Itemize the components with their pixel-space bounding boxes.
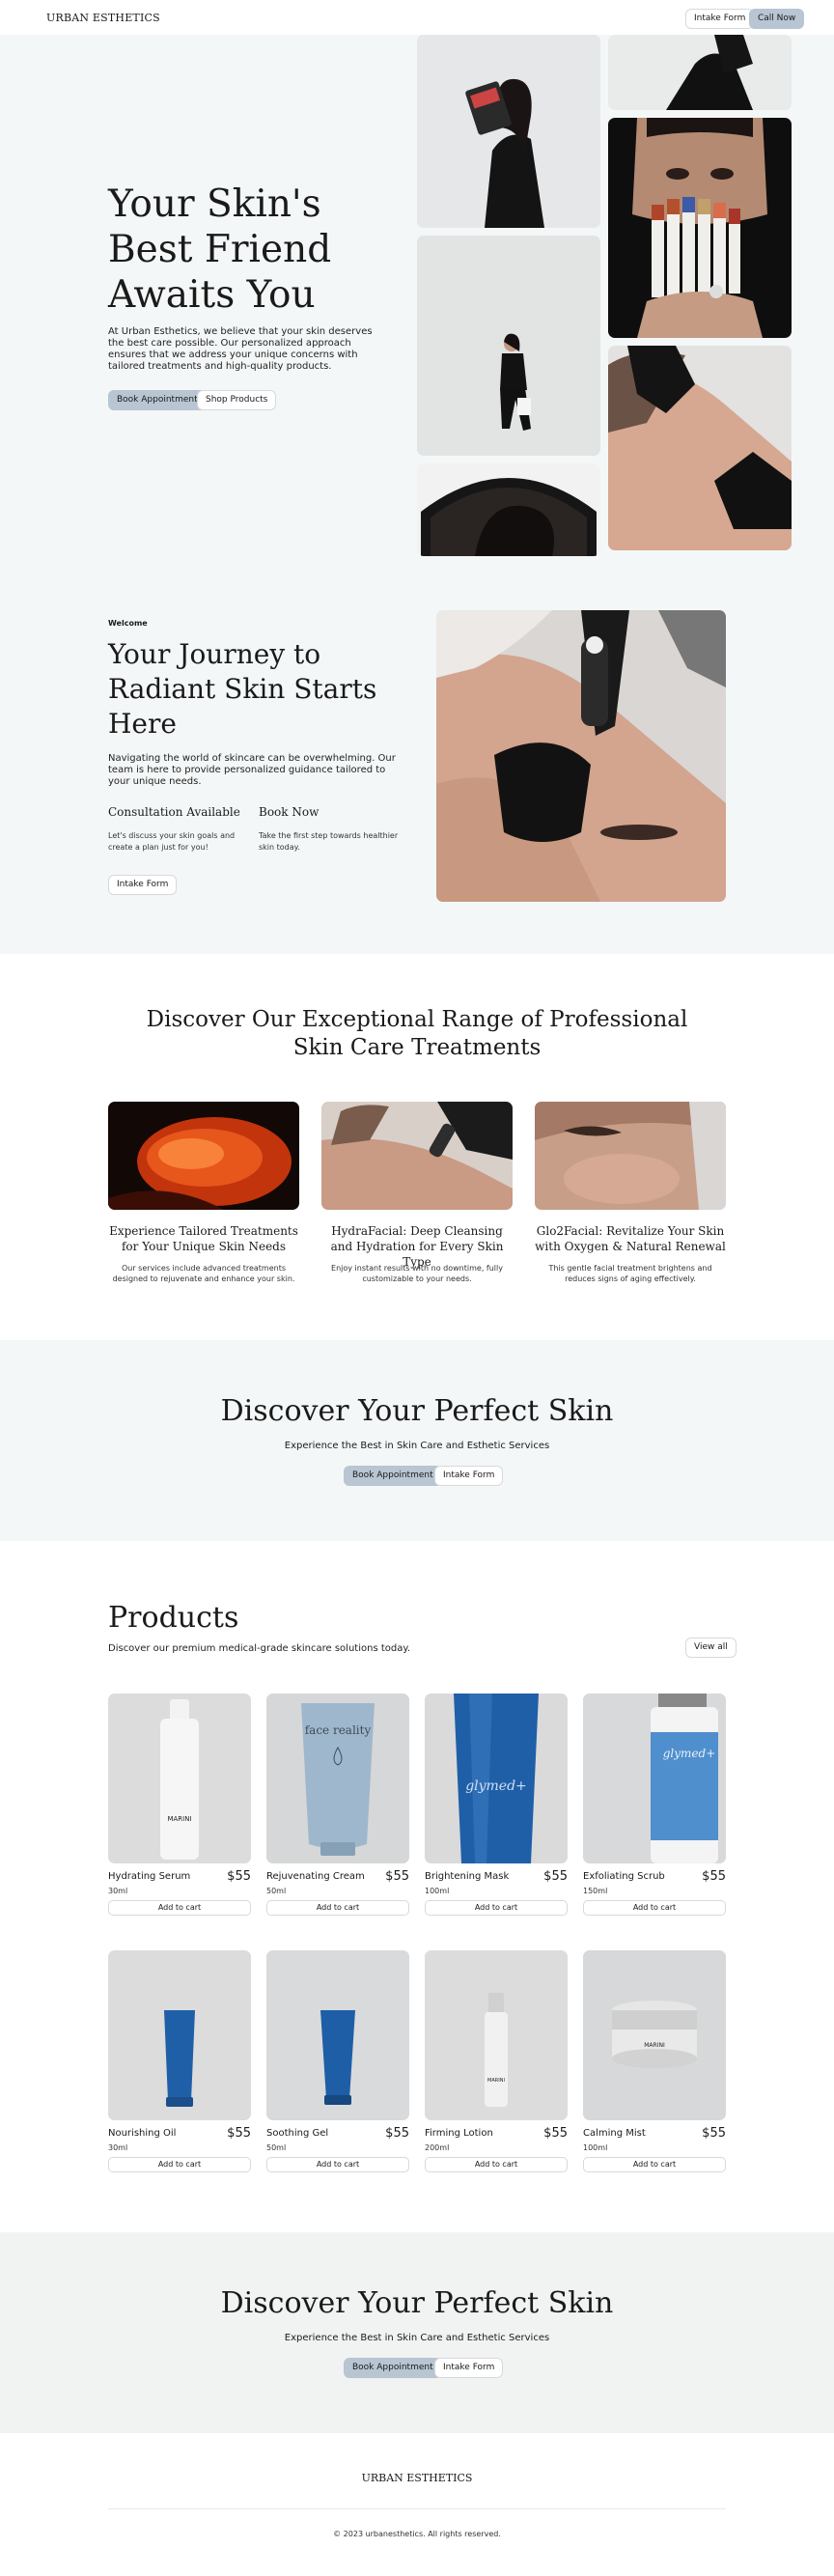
hero-photo-product-tubes xyxy=(608,118,792,338)
product-size: 100ml xyxy=(583,2143,608,2152)
cta-intake-form-button[interactable]: Intake Form xyxy=(434,2358,504,2378)
product-name: Exfoliating Scrub xyxy=(583,1871,665,1882)
product-name: Brightening Mask xyxy=(425,1871,510,1882)
add-to-cart-button[interactable]: Add to cart xyxy=(583,1900,726,1916)
treatment-title-glo2facial: Glo2Facial: Revitalize Your Skin with Ox… xyxy=(535,1224,726,1253)
product-name: Hydrating Serum xyxy=(108,1871,191,1882)
journey-description: Navigating the world of skincare can be … xyxy=(108,753,396,787)
product-price: $55 xyxy=(543,2126,568,2141)
hero-section: Your Skin's Best Friend Awaits You At Ur… xyxy=(0,35,834,575)
call-now-button[interactable]: Call Now xyxy=(749,9,805,29)
journey-photo-hydrafacial xyxy=(436,610,726,902)
products-section: Products Discover our premium medical-gr… xyxy=(0,1541,834,2232)
product-image: MARINI xyxy=(583,1950,726,2120)
cta-subtitle: Experience the Best in Skin Care and Est… xyxy=(284,1441,550,1451)
hero-description: At Urban Esthetics, we believe that your… xyxy=(108,326,373,372)
product-image xyxy=(108,1950,251,2120)
treatment-title-tailored: Experience Tailored Treatments for Your … xyxy=(109,1224,298,1253)
treatment-text-hydrafacial: Enjoy instant results with no downtime, … xyxy=(331,1264,503,1283)
product-price: $55 xyxy=(227,1869,251,1884)
product-brand-label: MARINI xyxy=(487,2078,505,2084)
product-size: 50ml xyxy=(266,1887,287,1895)
product-size: 200ml xyxy=(425,2143,450,2152)
product-image: MARINI xyxy=(108,1694,251,1863)
footer-logo[interactable]: URBAN ESTHETICS xyxy=(0,2472,834,2484)
treatment-image-hydrafacial xyxy=(321,1102,513,1210)
consultation-heading: Consultation Available xyxy=(108,805,240,819)
hero-photo-model-holding-product xyxy=(417,35,600,228)
hero-photo-model-seated xyxy=(417,236,600,456)
product-price: $55 xyxy=(702,1869,726,1884)
product-size: 150ml xyxy=(583,1887,608,1895)
treatments-title: Discover Our Exceptional Range of Profes… xyxy=(146,1007,688,1060)
cta-book-appointment-button[interactable]: Book Appointment xyxy=(344,2358,442,2378)
add-to-cart-button[interactable]: Add to cart xyxy=(266,1900,409,1916)
site-footer: URBAN ESTHETICS © 2023 urbanesthetics. A… xyxy=(0,2433,834,2576)
product-image xyxy=(266,1950,409,2120)
product-price: $55 xyxy=(702,2126,726,2141)
add-to-cart-button[interactable]: Add to cart xyxy=(108,1900,251,1916)
add-to-cart-button[interactable]: Add to cart xyxy=(108,2157,251,2172)
cta-book-appointment-button[interactable]: Book Appointment xyxy=(344,1466,442,1486)
footer-copyright: © 2023 urbanesthetics. All rights reserv… xyxy=(333,2530,501,2538)
product-size: 100ml xyxy=(425,1887,450,1895)
footer-divider xyxy=(108,2508,726,2509)
add-to-cart-button[interactable]: Add to cart xyxy=(425,1900,568,1916)
product-brand-label: face reality xyxy=(305,1723,372,1737)
hero-title: Your Skin's Best Friend Awaits You xyxy=(108,182,332,317)
hero-photo-arch-mirror xyxy=(417,463,600,556)
product-price: $55 xyxy=(543,1869,568,1884)
site-header: URBAN ESTHETICS Intake Form Call Now xyxy=(0,0,834,35)
treatment-text-glo2facial: This gentle facial treatment brightens a… xyxy=(548,1264,712,1283)
add-to-cart-button[interactable]: Add to cart xyxy=(425,2157,568,2172)
treatments-section: Discover Our Exceptional Range of Profes… xyxy=(0,954,834,1340)
view-all-button[interactable]: View all xyxy=(685,1638,737,1658)
journey-title: Your Journey to Radiant Skin Starts Here xyxy=(108,638,377,740)
book-now-heading: Book Now xyxy=(259,805,320,819)
products-subtitle: Discover our premium medical-grade skinc… xyxy=(108,1643,411,1654)
add-to-cart-button[interactable]: Add to cart xyxy=(583,2157,726,2172)
treatment-text-tailored: Our services include advanced treatments… xyxy=(112,1264,295,1283)
book-appointment-button[interactable]: Book Appointment xyxy=(108,390,207,410)
product-brand-label: MARINI xyxy=(167,1815,191,1823)
journey-section: Welcome Your Journey to Radiant Skin Sta… xyxy=(0,575,834,954)
product-price: $55 xyxy=(385,1869,409,1884)
product-image: MARINI xyxy=(425,1950,568,2120)
product-image: glymed+ xyxy=(583,1694,726,1863)
product-name: Calming Mist xyxy=(583,2128,646,2139)
product-size: 30ml xyxy=(108,1887,128,1895)
product-price: $55 xyxy=(227,2126,251,2141)
treatment-image-glo2facial xyxy=(535,1102,726,1210)
journey-intake-form-button[interactable]: Intake Form xyxy=(108,875,178,895)
intake-form-button[interactable]: Intake Form xyxy=(685,9,755,29)
hero-photo-facial-treatment xyxy=(608,346,792,550)
site-logo[interactable]: URBAN ESTHETICS xyxy=(46,12,160,24)
product-price: $55 xyxy=(385,2126,409,2141)
book-now-text: Take the first step towards healthier sk… xyxy=(259,831,399,852)
cta-section-top: Discover Your Perfect Skin Experience th… xyxy=(0,1340,834,1541)
product-name: Nourishing Oil xyxy=(108,2128,177,2139)
welcome-eyebrow: Welcome xyxy=(108,619,148,628)
product-image: glymed+ xyxy=(425,1694,568,1863)
cta-title: Discover Your Perfect Skin xyxy=(220,1394,614,1428)
product-brand-label: MARINI xyxy=(644,2042,665,2049)
product-brand-label: glymed+ xyxy=(465,1778,527,1794)
cta-title: Discover Your Perfect Skin xyxy=(220,2286,614,2320)
cta-subtitle: Experience the Best in Skin Care and Est… xyxy=(284,2333,550,2343)
product-size: 30ml xyxy=(108,2143,128,2152)
product-brand-label: glymed+ xyxy=(663,1747,716,1760)
product-size: 50ml xyxy=(266,2143,287,2152)
consultation-text: Let's discuss your skin goals and create… xyxy=(108,831,236,852)
treatment-image-led xyxy=(108,1102,299,1210)
products-title: Products xyxy=(108,1601,239,1635)
add-to-cart-button[interactable]: Add to cart xyxy=(266,2157,409,2172)
product-name: Rejuvenating Cream xyxy=(266,1871,365,1882)
product-image: face reality xyxy=(266,1694,409,1863)
cta-section-bottom: Discover Your Perfect Skin Experience th… xyxy=(0,2232,834,2433)
hero-photo-hand-on-head xyxy=(608,35,792,110)
product-name: Firming Lotion xyxy=(425,2128,493,2139)
shop-products-button[interactable]: Shop Products xyxy=(197,390,277,410)
cta-intake-form-button[interactable]: Intake Form xyxy=(434,1466,504,1486)
product-name: Soothing Gel xyxy=(266,2128,329,2139)
